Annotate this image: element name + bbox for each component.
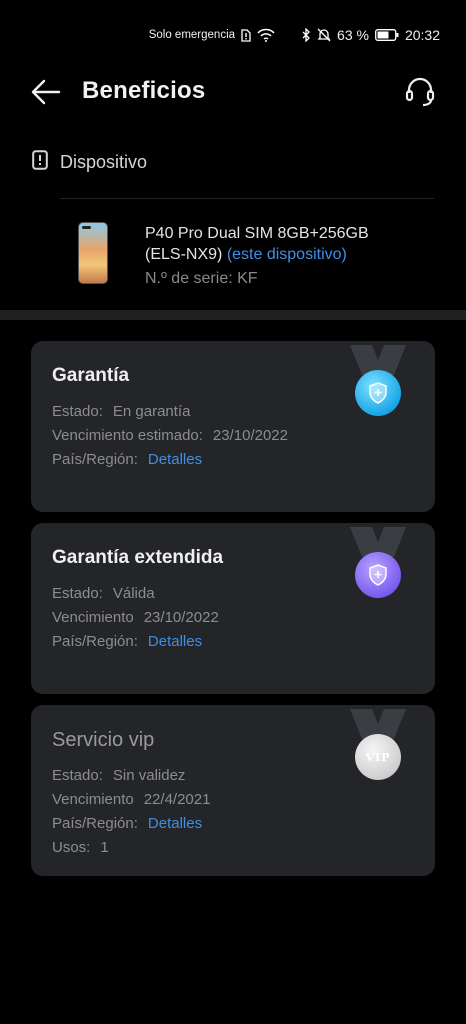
device-name: P40 Pro Dual SIM 8GB+256GB (ELS-NX9) (es… — [145, 223, 445, 265]
status-value: Válida — [112, 585, 155, 602]
divider — [60, 198, 434, 199]
wifi-icon — [257, 28, 275, 42]
bluetooth-icon — [301, 28, 311, 42]
vip-medal-text: VIP — [365, 750, 391, 764]
status-value: En garantía — [112, 403, 191, 420]
status-value: Sin validez — [112, 767, 186, 784]
status-bar: Solo emergencia 63 % 20:32 — [149, 24, 440, 46]
clock: 20:32 — [404, 27, 440, 43]
region-details-link[interactable]: Detalles — [148, 451, 202, 468]
serial-value: KF — [237, 270, 258, 287]
headset-icon[interactable] — [402, 74, 438, 110]
extended-expiry-row: Vencimiento 23/10/2022 — [52, 609, 219, 626]
vip-status-row: Estado: Sin validez — [52, 767, 185, 784]
vip-service-card[interactable]: Servicio vip VIP Estado: Sin validez Ven… — [31, 705, 435, 876]
device-model-name: P40 Pro Dual SIM 8GB+256GB — [145, 225, 369, 242]
extended-warranty-card[interactable]: Garantía extendida Estado: Válida Vencim… — [31, 523, 435, 694]
extended-status-row: Estado: Válida — [52, 585, 155, 602]
device-image — [78, 222, 108, 284]
serial-number: N.º de serie: KF — [145, 270, 258, 288]
back-arrow-icon[interactable] — [28, 76, 64, 108]
warranty-title: Garantía — [52, 365, 130, 386]
warranty-medal-icon — [349, 345, 407, 421]
warranty-status-row: Estado: En garantía — [52, 403, 190, 420]
warranty-expiry-row: Vencimiento estimado: 23/10/2022 — [52, 427, 288, 444]
device-row[interactable]: P40 Pro Dual SIM 8GB+256GB (ELS-NX9) (es… — [0, 214, 466, 304]
vip-region-row: País/Región: Detalles — [52, 815, 202, 832]
vip-medal-icon: VIP — [349, 709, 407, 785]
page-title: Beneficios — [82, 77, 206, 104]
warranty-region-row: País/Región: Detalles — [52, 451, 202, 468]
warranty-card[interactable]: Garantía Estado: En garantía Vencimiento… — [31, 341, 435, 512]
device-model-code: (ELS-NX9) — [145, 246, 223, 263]
device-icon — [32, 150, 48, 175]
region-label: País/Región: — [52, 815, 138, 832]
expiry-label: Vencimiento — [52, 791, 134, 808]
region-label: País/Región: — [52, 451, 138, 468]
mute-icon — [317, 28, 331, 42]
battery-percent: 63 % — [337, 27, 369, 43]
status-label: Estado: — [52, 585, 103, 602]
uses-value: 1 — [100, 839, 109, 856]
region-details-link[interactable]: Detalles — [148, 815, 202, 832]
device-section-header: Dispositivo — [32, 150, 147, 175]
extended-warranty-medal-icon — [349, 527, 407, 603]
uses-label: Usos: — [52, 839, 91, 856]
vip-uses-row: Usos: 1 — [52, 839, 109, 856]
region-label: País/Región: — [52, 633, 138, 650]
app-header: Beneficios — [0, 68, 466, 116]
network-status: Solo emergencia — [148, 29, 236, 41]
device-section-label: Dispositivo — [60, 152, 148, 172]
expiry-value: 22/4/2021 — [143, 791, 211, 808]
vip-service-title: Servicio vip — [52, 729, 155, 751]
expiry-value: 23/10/2022 — [143, 609, 219, 626]
extended-warranty-title: Garantía extendida — [52, 547, 224, 568]
sim-alert-icon — [241, 28, 251, 42]
section-separator — [0, 310, 466, 320]
expiry-label: Vencimiento — [52, 609, 134, 626]
status-label: Estado: — [52, 403, 103, 420]
region-details-link[interactable]: Detalles — [148, 633, 202, 650]
status-label: Estado: — [52, 767, 103, 784]
vip-expiry-row: Vencimiento 22/4/2021 — [52, 791, 210, 808]
this-device-label: (este dispositivo) — [226, 246, 347, 263]
battery-icon — [375, 29, 399, 41]
expiry-label: Vencimiento estimado: — [52, 427, 203, 444]
extended-region-row: País/Región: Detalles — [52, 633, 202, 650]
serial-label: N.º de serie: — [145, 270, 233, 287]
expiry-value: 23/10/2022 — [212, 427, 288, 444]
